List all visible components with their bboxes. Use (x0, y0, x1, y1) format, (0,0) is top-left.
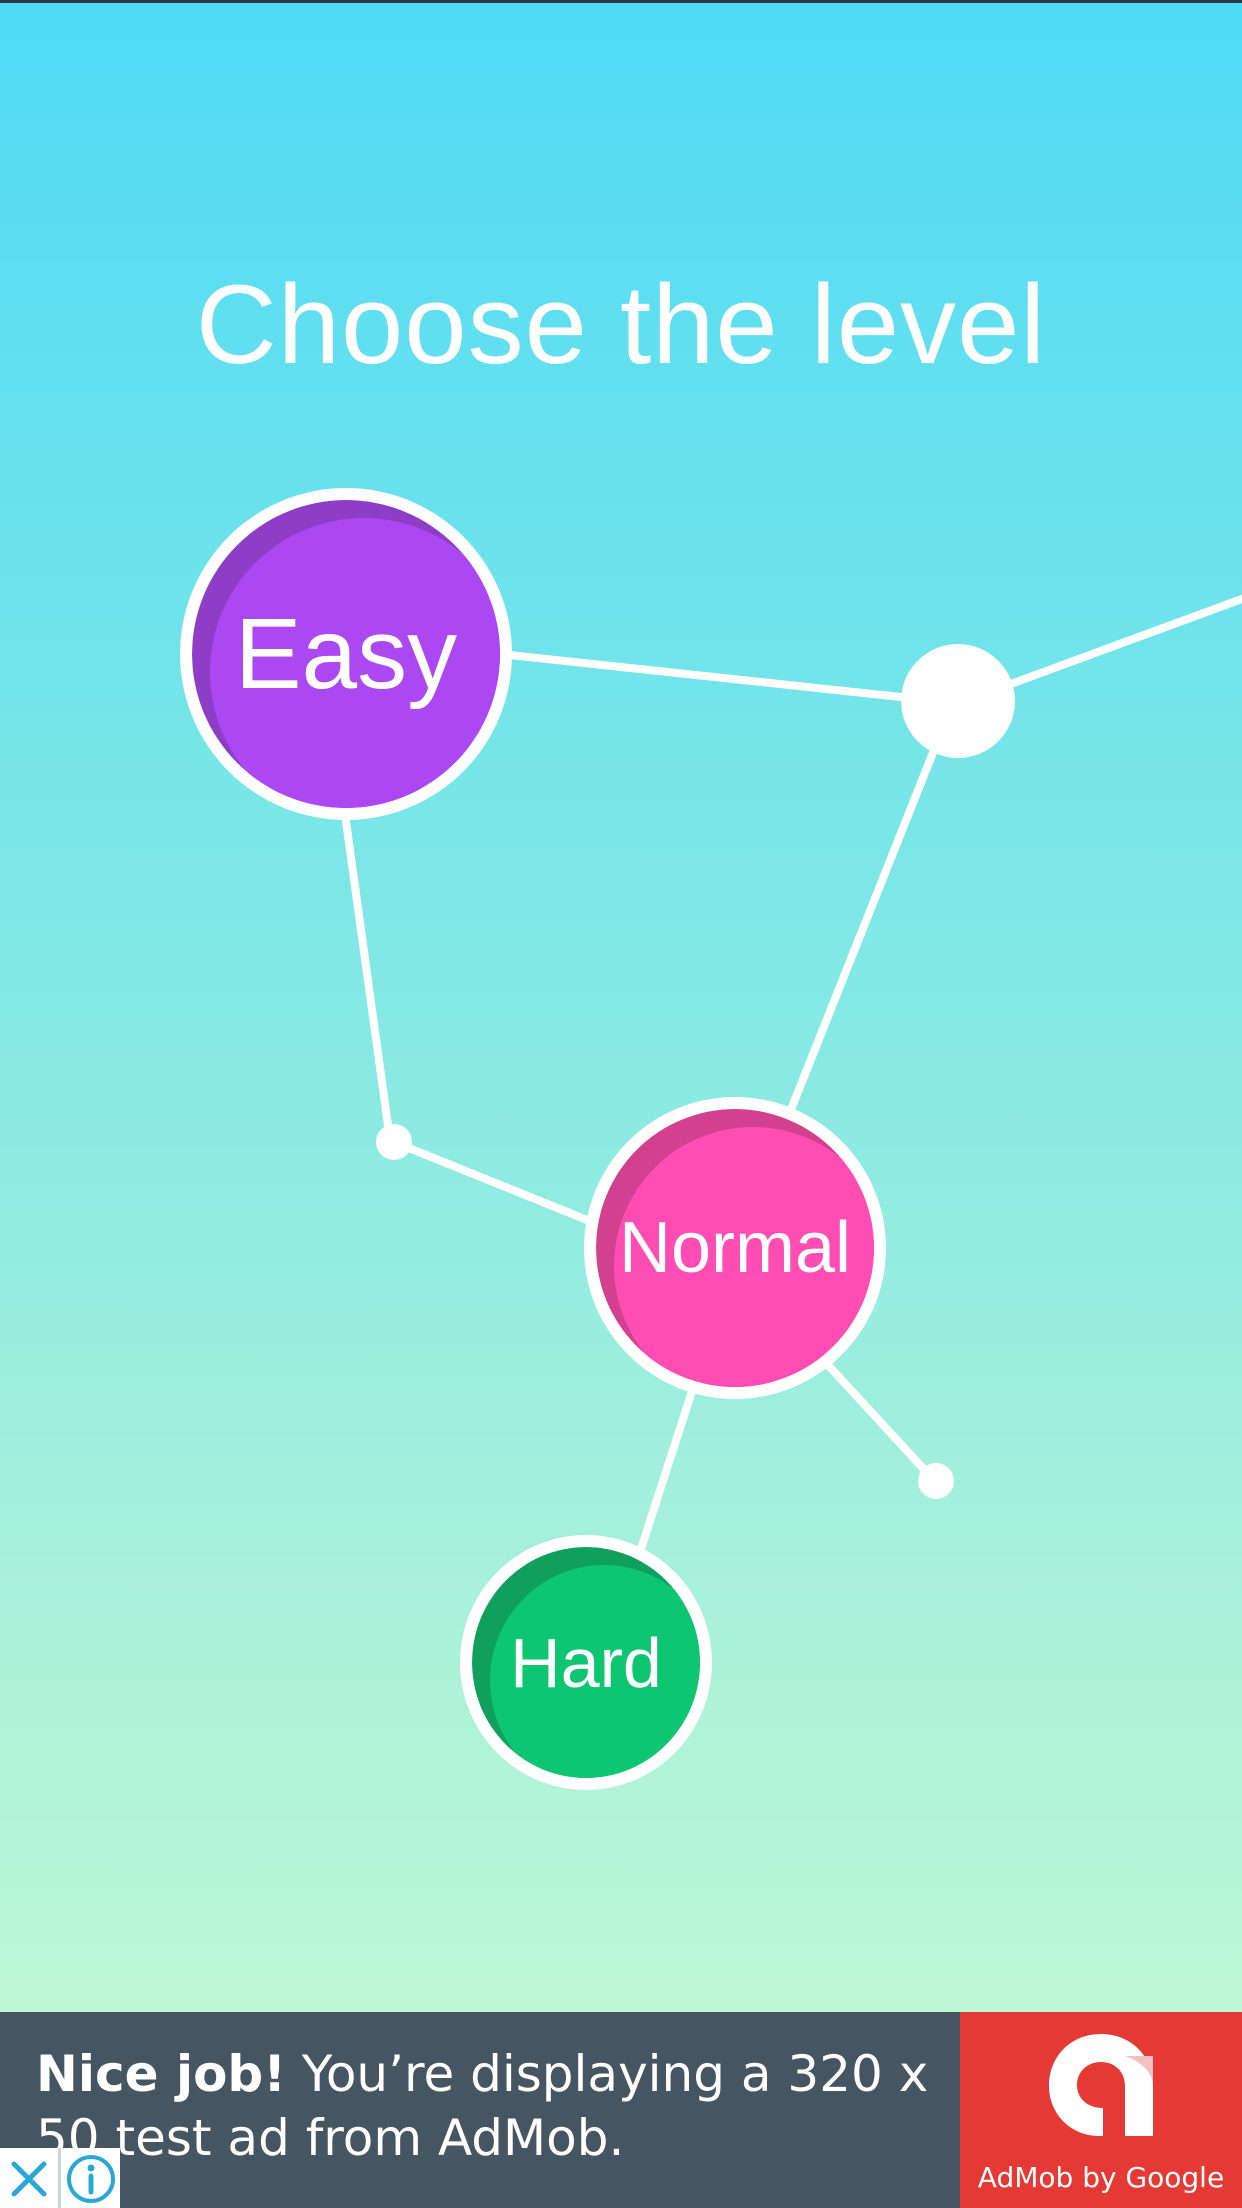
level-normal-label: Normal (618, 1208, 852, 1288)
level-easy-label: Easy (234, 597, 458, 710)
small-node-left (376, 1124, 412, 1160)
ad-controls-divider (58, 2148, 61, 2208)
ad-close-button[interactable] (0, 2148, 58, 2208)
ad-banner[interactable]: Nice job! You’re displaying a 320 x 50 t… (0, 2012, 1242, 2208)
ad-info-button[interactable] (62, 2148, 120, 2208)
connector-easy-dot (341, 810, 394, 1144)
info-icon (67, 2155, 115, 2203)
level-normal-button[interactable]: Normal (584, 1097, 886, 1399)
level-hard-label: Hard (510, 1623, 662, 1702)
ad-text: Nice job! You’re displaying a 320 x 50 t… (36, 2042, 956, 2170)
connector-normal-hard (636, 1378, 699, 1556)
level-easy-button[interactable]: Easy (180, 488, 512, 820)
connector-node-normal (786, 736, 942, 1116)
junction-node (901, 644, 1015, 758)
connector-dot-normal (390, 1138, 596, 1226)
admob-brand-text: AdMob by Google (977, 2161, 1225, 2194)
level-select-screen: Choose the level Easy Normal Hard Nice j… (0, 0, 1242, 2208)
close-icon (11, 2161, 47, 2197)
connector-node-edge (996, 594, 1242, 692)
level-hard-fill: Hard (472, 1547, 700, 1778)
level-hard-button[interactable]: Hard (460, 1535, 712, 1790)
admob-logo-icon (1049, 2034, 1153, 2136)
small-node-right (918, 1463, 954, 1499)
level-easy-fill: Easy (192, 500, 500, 808)
level-normal-fill: Normal (596, 1109, 874, 1387)
level-graph (341, 594, 1242, 1556)
ad-headline: Nice job! (36, 2045, 287, 2103)
admob-logo: AdMob by Google (960, 2012, 1242, 2208)
ad-controls (0, 2148, 120, 2208)
connector-easy-node (496, 650, 914, 702)
